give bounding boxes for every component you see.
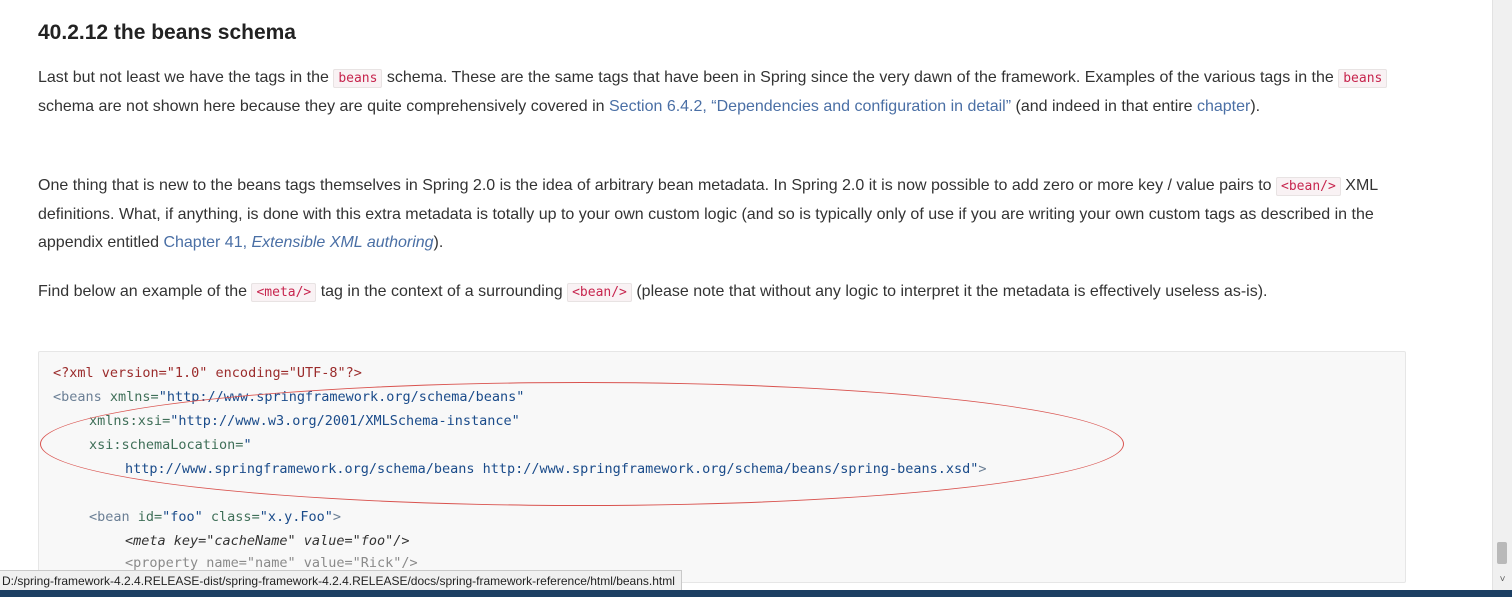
- code-literal-beans: beans: [1338, 69, 1388, 88]
- code-literal-bean: <bean/>: [1276, 177, 1341, 196]
- attr-name: xsi:schemaLocation=: [89, 437, 244, 453]
- status-bar-url: D:/spring-framework-4.2.4.RELEASE-dist/s…: [0, 570, 682, 591]
- text: (please note that without any logic to i…: [631, 283, 1268, 300]
- tag-name: <bean: [89, 509, 130, 525]
- code-literal-bean: <bean/>: [567, 283, 632, 302]
- meta-element: <meta key="cacheName" value="foo"/>: [125, 533, 410, 549]
- tag-close: >: [332, 509, 341, 525]
- code-line-beans-open: <beans xmlns="http://www.springframework…: [53, 389, 524, 405]
- vertical-scrollbar[interactable]: ˅: [1492, 0, 1512, 590]
- attr-value: "foo": [162, 509, 203, 525]
- link-chapter-41[interactable]: Chapter 41, Extensible XML authoring: [163, 234, 433, 251]
- attr-name: class=: [202, 509, 260, 525]
- attr-value: http://www.springframework.org/schema/be…: [125, 461, 979, 477]
- document-viewport: 40.2.12 the beans schema Last but not le…: [0, 0, 1493, 590]
- tag-close: >: [978, 461, 987, 477]
- taskbar: [0, 590, 1512, 597]
- code-literal-beans: beans: [333, 69, 383, 88]
- text: Find below an example of the: [38, 283, 252, 300]
- link-section-6-4-2[interactable]: Section 6.4.2, “Dependencies and configu…: [609, 98, 1011, 115]
- xml-declaration: <?xml version="1.0" encoding="UTF-8"?>: [53, 365, 362, 381]
- code-literal-meta: <meta/>: [251, 283, 317, 302]
- xml-code-block: <?xml version="1.0" encoding="UTF-8"?> <…: [38, 351, 1406, 583]
- tag-name: <beans: [53, 389, 102, 405]
- attr-value: "x.y.Foo": [259, 509, 333, 525]
- attr-value: ": [243, 437, 252, 453]
- code-line-xml-declaration: <?xml version="1.0" encoding="UTF-8"?>: [53, 365, 362, 381]
- link-chapter[interactable]: chapter: [1197, 98, 1250, 115]
- link-chapter-41-title: Extensible XML authoring: [251, 234, 434, 251]
- paragraph-metadata: One thing that is new to the beans tags …: [38, 172, 1418, 257]
- text: tag in the context of a surrounding: [316, 283, 568, 300]
- scrollbar-thumb[interactable]: [1497, 542, 1507, 564]
- text: ).: [1250, 98, 1261, 115]
- code-line-xmlns-xsi: xmlns:xsi="http://www.w3.org/2001/XMLSch…: [89, 413, 520, 429]
- code-line-bean-open: <bean id="foo" class="x.y.Foo">: [89, 509, 341, 525]
- text: schema. These are the same tags that hav…: [382, 69, 1339, 86]
- code-line-schema-urls: http://www.springframework.org/schema/be…: [125, 461, 987, 477]
- code-line-property: <property name="name" value="Rick"/>: [125, 555, 418, 571]
- attr-name: xmlns=: [101, 389, 159, 405]
- code-line-schema-location: xsi:schemaLocation=": [89, 437, 252, 453]
- attr-name: xmlns:xsi=: [89, 413, 171, 429]
- text: ).: [433, 234, 444, 251]
- section-title: 40.2.12 the beans schema: [38, 21, 296, 44]
- attr-name: id=: [129, 509, 163, 525]
- paragraph-example: Find below an example of the <meta/> tag…: [38, 278, 1418, 307]
- attr-value: "http://www.springframework.org/schema/b…: [158, 389, 525, 405]
- property-element: <property name="name" value="Rick"/>: [125, 555, 418, 571]
- text: (and indeed in that entire: [1011, 98, 1197, 115]
- attr-value: "http://www.w3.org/2001/XMLSchema-instan…: [170, 413, 520, 429]
- code-line-meta: <meta key="cacheName" value="foo"/>: [125, 533, 409, 549]
- scroll-down-arrow-icon[interactable]: ˅: [1493, 572, 1512, 588]
- text: One thing that is new to the beans tags …: [38, 177, 1277, 194]
- text: Last but not least we have the tags in t…: [38, 69, 334, 86]
- link-chapter-41-number: Chapter 41,: [163, 234, 252, 251]
- paragraph-intro: Last but not least we have the tags in t…: [38, 64, 1418, 121]
